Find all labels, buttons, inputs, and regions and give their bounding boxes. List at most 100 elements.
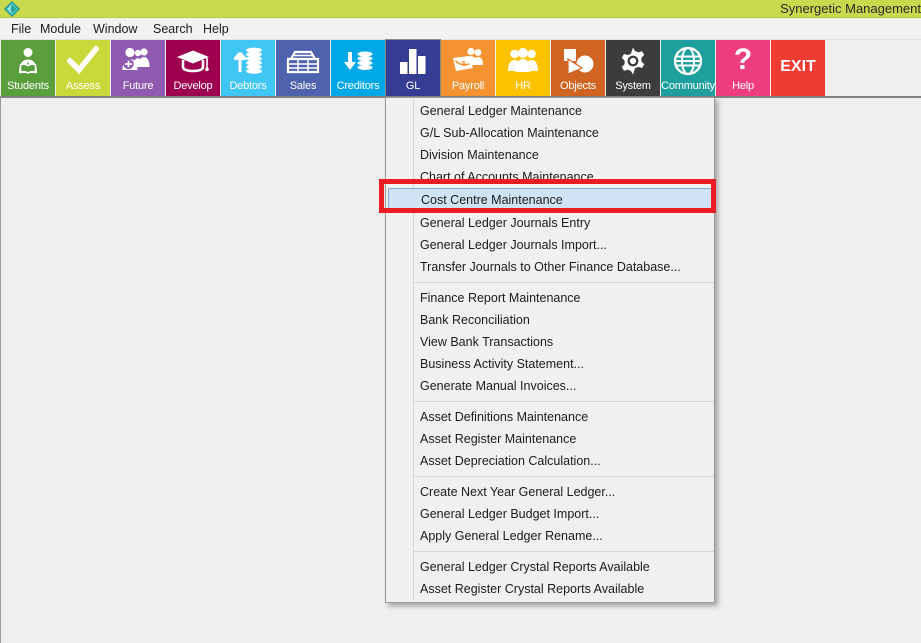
menubar-item-help[interactable]: Help xyxy=(198,21,234,37)
menu-item-label: Bank Reconciliation xyxy=(420,313,530,327)
toolbar-button-label: Future xyxy=(122,80,154,92)
toolbar-button-label: GL xyxy=(405,80,421,92)
toolbar-button-gl[interactable]: GL xyxy=(385,39,441,97)
cash-register-icon xyxy=(276,44,330,77)
menu-item-asset-register-crystal-reports-available[interactable]: Asset Register Crystal Reports Available xyxy=(386,578,714,600)
toolbar-button-label: Community xyxy=(661,80,715,92)
menu-item-label: Business Activity Statement... xyxy=(420,357,584,371)
menu-item-label: General Ledger Crystal Reports Available xyxy=(420,560,650,574)
student-reading-icon xyxy=(1,44,55,77)
title-bar: Synergetic Management xyxy=(0,0,921,18)
toolbar-button-community[interactable]: Community xyxy=(661,40,715,96)
toolbar-button-students[interactable]: Students xyxy=(1,40,55,96)
menu-item-asset-depreciation-calculation[interactable]: Asset Depreciation Calculation... xyxy=(386,450,714,472)
menu-item-asset-definitions-maintenance[interactable]: Asset Definitions Maintenance xyxy=(386,406,714,428)
bar-chart-icon xyxy=(386,44,440,77)
menu-item-label: Create Next Year General Ledger... xyxy=(420,485,616,499)
menu-item-label: Apply General Ledger Rename... xyxy=(420,529,603,543)
menu-item-label: Cost Centre Maintenance xyxy=(421,193,563,207)
toolbar-button-label: Develop xyxy=(173,80,213,92)
coins-up-arrow-icon xyxy=(221,44,275,77)
menu-item-label: Asset Definitions Maintenance xyxy=(420,410,589,424)
menu-item-label: General Ledger Maintenance xyxy=(420,104,582,118)
synergetic-diamond-icon xyxy=(4,1,20,17)
toolbar-button-label: Help xyxy=(732,80,754,92)
checkmark-icon xyxy=(56,44,110,77)
menubar-item-search[interactable]: Search xyxy=(148,21,198,37)
toolbar-button-exit[interactable]: EXIT xyxy=(771,40,825,96)
menu-item-bank-reconciliation[interactable]: Bank Reconciliation xyxy=(386,309,714,331)
menu-separator xyxy=(414,282,714,283)
menu-item-transfer-journals-to-other-finance-database[interactable]: Transfer Journals to Other Finance Datab… xyxy=(386,256,714,278)
toolbar-button-label: Debtors xyxy=(229,80,267,92)
toolbar-button-assess[interactable]: Assess xyxy=(56,40,110,96)
menu-item-division-maintenance[interactable]: Division Maintenance xyxy=(386,144,714,166)
menu-item-label: General Ledger Journals Entry xyxy=(420,216,591,230)
menu-item-general-ledger-journals-import[interactable]: General Ledger Journals Import... xyxy=(386,234,714,256)
menu-item-label: G/L Sub-Allocation Maintenance xyxy=(420,126,599,140)
menubar-item-module[interactable]: Module xyxy=(35,21,86,37)
application-window: Synergetic Management File Module Window… xyxy=(0,0,921,643)
toolbar-button-label: Assess xyxy=(65,80,101,92)
menu-item-view-bank-transactions[interactable]: View Bank Transactions xyxy=(386,331,714,353)
toolbar-button-creditors[interactable]: Creditors xyxy=(331,40,385,96)
menu-item-generate-manual-invoices[interactable]: Generate Manual Invoices... xyxy=(386,375,714,397)
menu-item-label: Asset Depreciation Calculation... xyxy=(420,454,601,468)
toolbar-button-label: HR xyxy=(515,80,531,92)
menu-item-finance-report-maintenance[interactable]: Finance Report Maintenance xyxy=(386,287,714,309)
shapes-icon xyxy=(551,44,605,77)
toolbar-button-objects[interactable]: Objects xyxy=(551,40,605,96)
menu-item-cost-centre-maintenance[interactable]: Cost Centre Maintenance xyxy=(388,188,712,212)
window-title: Synergetic Management xyxy=(780,1,921,16)
svg-text:$: $ xyxy=(462,61,466,68)
menu-separator xyxy=(414,551,714,552)
add-person-group-icon xyxy=(111,44,165,77)
menubar-item-file[interactable]: File xyxy=(6,21,36,37)
graduation-cap-icon xyxy=(166,44,220,77)
menu-item-label: Transfer Journals to Other Finance Datab… xyxy=(420,260,681,274)
toolbar-button-develop[interactable]: Develop xyxy=(166,40,220,96)
menu-separator xyxy=(414,476,714,477)
svg-text:?: ? xyxy=(734,46,752,76)
menu-item-label: Finance Report Maintenance xyxy=(420,291,581,305)
toolbar-button-label: Objects xyxy=(560,80,596,92)
toolbar-button-payroll[interactable]: $ Payroll xyxy=(441,40,495,96)
toolbar-button-debtors[interactable]: Debtors xyxy=(221,40,275,96)
toolbar-button-label: EXIT xyxy=(780,58,816,75)
menu-item-create-next-year-general-ledger[interactable]: Create Next Year General Ledger... xyxy=(386,481,714,503)
menu-bar: File Module Window Search Help xyxy=(0,18,921,40)
menu-item-asset-register-maintenance[interactable]: Asset Register Maintenance xyxy=(386,428,714,450)
gear-icon xyxy=(606,44,660,77)
toolbar-button-help[interactable]: ? Help xyxy=(716,40,770,96)
menu-item-label: Generate Manual Invoices... xyxy=(420,379,577,393)
menu-item-label: General Ledger Journals Import... xyxy=(420,238,607,252)
money-people-icon: $ xyxy=(441,44,495,77)
gl-module-dropdown-menu[interactable]: General Ledger Maintenance G/L Sub-Alloca… xyxy=(385,97,715,603)
menu-item-label: Chart of Accounts Maintenance xyxy=(420,170,594,184)
menu-item-chart-of-accounts-maintenance[interactable]: Chart of Accounts Maintenance xyxy=(386,166,714,188)
menu-item-g-l-sub-allocation-maintenance[interactable]: G/L Sub-Allocation Maintenance xyxy=(386,122,714,144)
menu-item-label: Division Maintenance xyxy=(420,148,539,162)
menu-item-apply-general-ledger-rename[interactable]: Apply General Ledger Rename... xyxy=(386,525,714,547)
toolbar-button-label: Sales xyxy=(289,80,317,92)
module-toolbar: Students Assess Future Develop Debtors S… xyxy=(0,39,921,97)
menu-item-label: View Bank Transactions xyxy=(420,335,554,349)
menu-item-general-ledger-maintenance[interactable]: General Ledger Maintenance xyxy=(386,100,714,122)
menu-item-label: Asset Register Crystal Reports Available xyxy=(420,582,645,596)
question-mark-icon: ? xyxy=(716,44,770,77)
menu-item-general-ledger-journals-entry[interactable]: General Ledger Journals Entry xyxy=(386,212,714,234)
toolbar-button-hr[interactable]: HR xyxy=(496,40,550,96)
menu-item-general-ledger-budget-import[interactable]: General Ledger Budget Import... xyxy=(386,503,714,525)
globe-icon xyxy=(661,44,715,77)
menu-item-label: General Ledger Budget Import... xyxy=(420,507,600,521)
toolbar-button-sales[interactable]: Sales xyxy=(276,40,330,96)
menu-item-business-activity-statement[interactable]: Business Activity Statement... xyxy=(386,353,714,375)
toolbar-button-label: Creditors xyxy=(336,80,380,92)
toolbar-button-label: Payroll xyxy=(451,80,485,92)
menu-item-general-ledger-crystal-reports-available[interactable]: General Ledger Crystal Reports Available xyxy=(386,556,714,578)
toolbar-button-future[interactable]: Future xyxy=(111,40,165,96)
people-group-icon xyxy=(496,44,550,77)
menubar-item-window[interactable]: Window xyxy=(88,21,142,37)
coins-down-arrow-icon xyxy=(331,44,385,77)
toolbar-button-system[interactable]: System xyxy=(606,40,660,96)
